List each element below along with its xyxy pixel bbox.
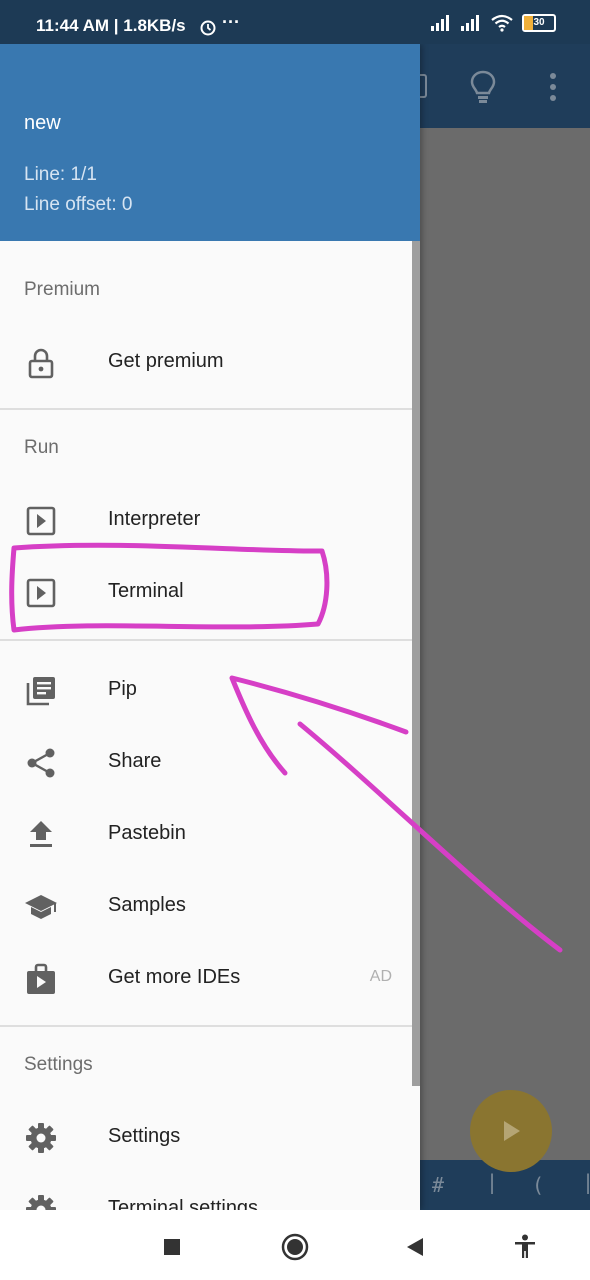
library-icon — [26, 677, 55, 706]
folder-icon[interactable] — [420, 74, 427, 98]
menu-item-label: Get premium — [108, 350, 224, 372]
accessibility-icon — [515, 1234, 535, 1258]
accessibility-button[interactable] — [508, 1230, 542, 1264]
menu-item-label: Terminal — [108, 580, 184, 602]
lock-icon — [28, 348, 54, 379]
share-icon — [27, 748, 55, 778]
key-separator: | — [486, 1170, 499, 1194]
menu-item-get-more-ides[interactable]: Get more IDEs AD — [0, 946, 412, 1010]
menu-item-terminal[interactable]: Terminal — [0, 560, 412, 624]
square-icon — [164, 1239, 180, 1255]
menu-item-label: Pastebin — [108, 822, 186, 844]
section-run: Run — [24, 437, 59, 458]
store-play-icon — [27, 963, 55, 994]
gear-icon — [26, 1123, 56, 1153]
play-box-icon — [26, 506, 56, 536]
signal-icon — [461, 15, 479, 31]
more-notifications-icon: ··· — [222, 12, 240, 32]
status-bar: 11:44 AM | 1.8KB/s ··· 30 — [0, 0, 590, 44]
menu-item-label: Settings — [108, 1125, 181, 1147]
school-icon — [25, 895, 57, 919]
menu-item-get-premium[interactable]: Get premium — [0, 330, 412, 394]
divider — [0, 408, 420, 410]
menu-item-settings[interactable]: Settings — [0, 1105, 412, 1169]
status-icons: 30 — [430, 14, 556, 32]
circle-icon — [281, 1233, 309, 1261]
lightbulb-icon[interactable] — [470, 70, 496, 104]
code-editor-area[interactable] — [420, 128, 590, 1160]
section-settings: Settings — [24, 1054, 93, 1075]
drawer-header: new Line: 1/1 Line offset: 0 — [0, 44, 420, 241]
gear-icon — [26, 1195, 56, 1210]
more-vert-icon[interactable] — [548, 72, 558, 102]
file-name: new — [24, 112, 61, 134]
section-premium: Premium — [24, 279, 101, 300]
menu-item-pip[interactable]: Pip — [0, 658, 412, 722]
wifi-icon — [491, 14, 513, 32]
key-separator: | — [582, 1170, 590, 1194]
menu-item-label: Pip — [108, 678, 137, 700]
menu-item-interpreter[interactable]: Interpreter — [0, 488, 412, 552]
menu-item-label: Get more IDEs — [108, 966, 241, 988]
back-button[interactable] — [398, 1230, 432, 1264]
menu-item-share[interactable]: Share — [0, 730, 412, 794]
navigation-drawer: new Line: 1/1 Line offset: 0 Premium Get… — [0, 44, 420, 1210]
run-fab-button[interactable] — [470, 1090, 552, 1172]
status-time: 11:44 AM | 1.8KB/s — [36, 16, 186, 35]
menu-item-label: Samples — [108, 894, 186, 916]
divider — [0, 639, 420, 641]
system-nav-bar — [0, 1210, 590, 1280]
menu-item-samples[interactable]: Samples — [0, 874, 412, 938]
divider — [0, 1025, 420, 1027]
battery-icon: 30 — [522, 14, 556, 32]
ad-badge: AD — [369, 968, 392, 985]
key-paren[interactable]: ( — [532, 1173, 544, 1197]
line-info: Line: 1/1 — [24, 164, 97, 185]
key-hash[interactable]: # — [432, 1173, 444, 1197]
drawer-scrollbar[interactable] — [412, 241, 420, 1086]
play-box-icon — [26, 578, 56, 608]
menu-item-label: Share — [108, 750, 162, 772]
recents-button[interactable] — [155, 1230, 189, 1264]
home-button[interactable] — [278, 1230, 312, 1264]
upload-icon — [30, 821, 52, 847]
menu-item-label: Terminal settings — [108, 1197, 259, 1210]
menu-item-terminal-settings[interactable]: Terminal settings — [0, 1177, 412, 1210]
menu-item-label: Interpreter — [108, 508, 201, 530]
triangle-back-icon — [407, 1238, 423, 1256]
signal-icon — [431, 15, 449, 31]
play-icon — [504, 1121, 520, 1141]
line-offset-info: Line offset: 0 — [24, 194, 133, 215]
editor-toolbar — [420, 44, 590, 128]
alarm-icon — [200, 20, 216, 36]
menu-item-pastebin[interactable]: Pastebin — [0, 802, 412, 866]
